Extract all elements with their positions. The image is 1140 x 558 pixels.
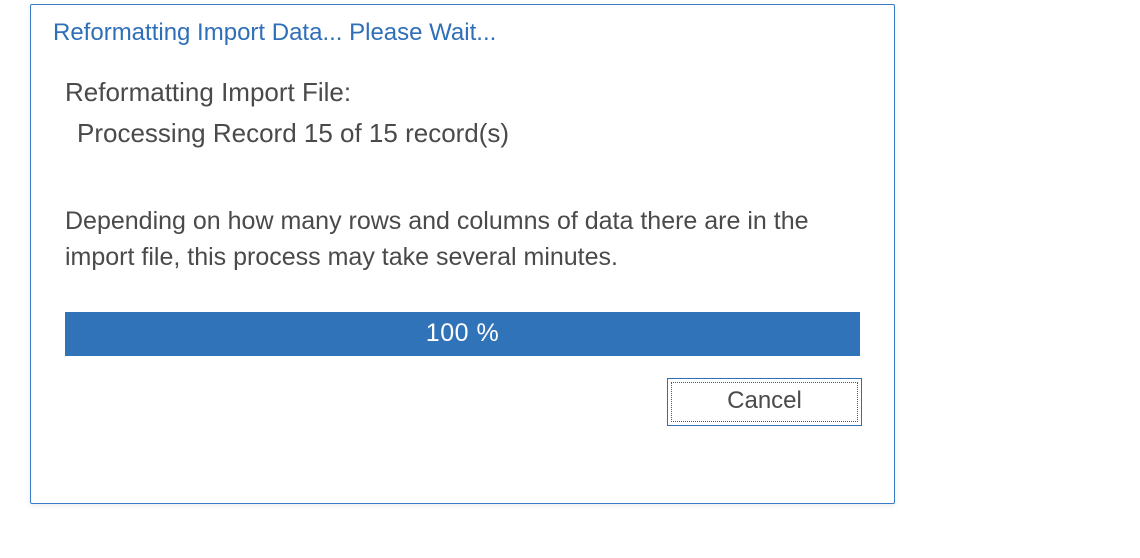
processing-status: Processing Record 15 of 15 record(s) xyxy=(65,118,860,149)
dialog-content: Reformatting Import File: Processing Rec… xyxy=(31,63,894,356)
cancel-button[interactable]: Cancel xyxy=(667,378,862,426)
info-text: Depending on how many rows and columns o… xyxy=(65,203,860,276)
dialog-heading: Reformatting Import File: xyxy=(65,77,860,108)
progress-bar: 100 % xyxy=(65,312,860,356)
progress-dialog: Reformatting Import Data... Please Wait.… xyxy=(30,4,895,504)
dialog-title: Reformatting Import Data... Please Wait.… xyxy=(31,5,894,63)
progress-label: 100 % xyxy=(426,319,499,348)
button-row: Cancel xyxy=(31,356,894,426)
